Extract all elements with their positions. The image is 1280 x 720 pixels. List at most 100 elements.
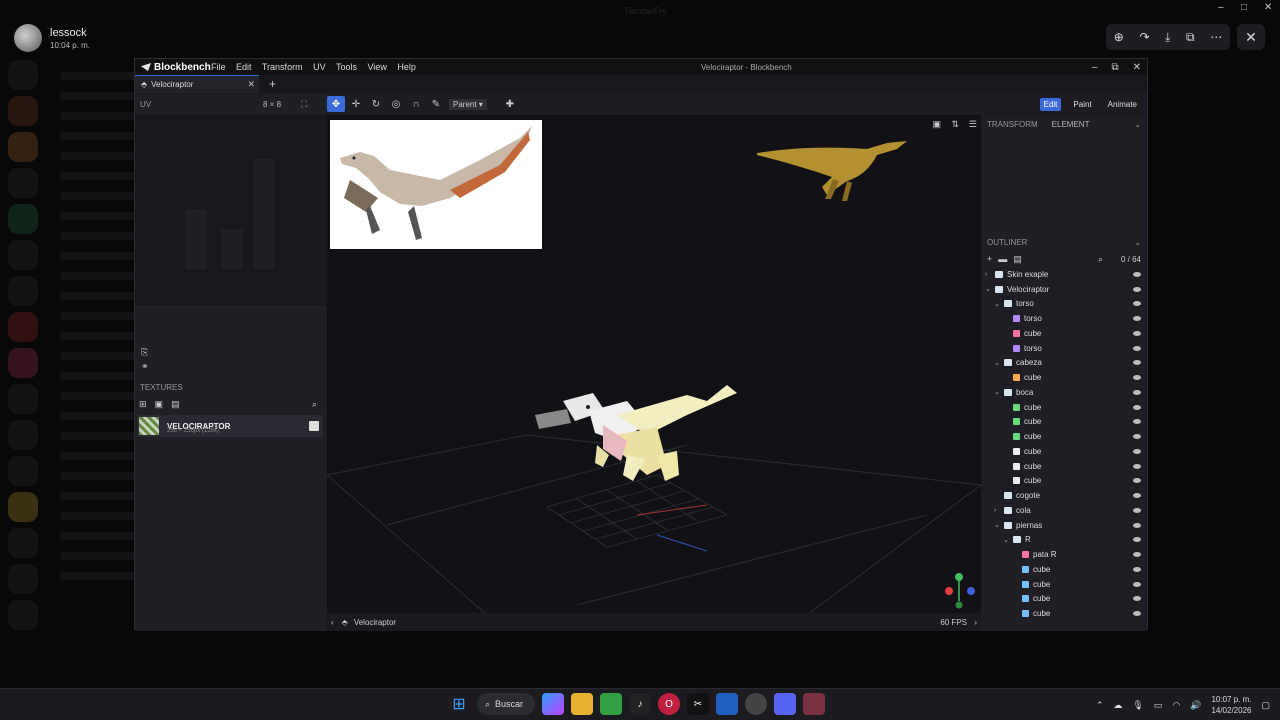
import-texture-icon[interactable]: ⊞ bbox=[139, 399, 147, 410]
move-tool-icon[interactable]: ✥ bbox=[327, 96, 345, 112]
visibility-eye-icon[interactable] bbox=[1133, 566, 1141, 572]
minimize-icon[interactable]: – bbox=[1092, 62, 1098, 73]
menu-file[interactable]: File bbox=[211, 62, 226, 72]
add-group-icon[interactable]: ▬ bbox=[998, 254, 1007, 264]
element-label[interactable]: ELEMENT bbox=[1052, 120, 1090, 129]
vertex-snap-icon[interactable]: ∩ bbox=[407, 96, 425, 112]
gizmo-y[interactable] bbox=[955, 573, 963, 581]
minecraft-icon[interactable] bbox=[600, 693, 622, 715]
outliner-row[interactable]: torso bbox=[981, 341, 1147, 356]
photos-icon[interactable] bbox=[716, 693, 738, 715]
save-texture-icon[interactable]: ▣ bbox=[155, 399, 164, 410]
outliner-row[interactable]: cube bbox=[981, 400, 1147, 415]
outliner-row[interactable]: cube bbox=[981, 562, 1147, 577]
chevron-down-icon[interactable]: ⌄ bbox=[994, 521, 1002, 529]
view-options-icon[interactable]: ⇅ bbox=[951, 119, 959, 130]
close-tab-icon[interactable]: ✕ bbox=[247, 79, 255, 90]
add-icon[interactable]: + bbox=[987, 254, 992, 264]
chevron-down-icon[interactable]: ⌄ bbox=[994, 300, 1002, 308]
outliner-row[interactable]: cube bbox=[981, 459, 1147, 474]
pivot-icon[interactable]: ◎ bbox=[387, 96, 405, 112]
microphone-icon[interactable]: 🎙 bbox=[1132, 700, 1143, 711]
taskbar-search[interactable]: ⌕ Buscar bbox=[477, 693, 535, 715]
chevron-right-icon[interactable]: › bbox=[994, 507, 1002, 514]
more-icon[interactable]: ⋯ bbox=[1210, 30, 1222, 44]
open-external-icon[interactable]: ⧉ bbox=[1186, 30, 1195, 45]
chevron-down-icon[interactable]: ⌄ bbox=[1003, 536, 1011, 544]
chevron-down-icon[interactable]: ⌄ bbox=[994, 388, 1002, 396]
outliner-row[interactable]: torso bbox=[981, 311, 1147, 326]
visibility-eye-icon[interactable] bbox=[1133, 596, 1141, 602]
maximize-icon[interactable]: □ bbox=[1241, 2, 1247, 13]
screenshot-icon[interactable]: ▣ bbox=[932, 119, 941, 130]
mode-edit[interactable]: Edit bbox=[1039, 97, 1062, 111]
visibility-eye-icon[interactable] bbox=[1133, 434, 1141, 440]
outliner-row[interactable]: cube bbox=[981, 326, 1147, 341]
transform-label[interactable]: TRANSFORM bbox=[987, 120, 1038, 129]
visibility-eye-icon[interactable] bbox=[1133, 611, 1141, 617]
opera-icon[interactable]: O bbox=[658, 693, 680, 715]
chevron-up-icon[interactable]: ⌃ bbox=[1096, 700, 1104, 711]
visibility-eye-icon[interactable] bbox=[1133, 463, 1141, 469]
uv-editor[interactable] bbox=[135, 115, 327, 305]
menu-view[interactable]: View bbox=[367, 62, 386, 72]
rotate-icon[interactable]: ↻ bbox=[367, 96, 385, 112]
save-icon[interactable] bbox=[309, 421, 319, 431]
visibility-eye-icon[interactable] bbox=[1133, 581, 1141, 587]
collapse-icon[interactable]: ▤ bbox=[1013, 254, 1022, 265]
fullscreen-icon[interactable]: ⛶ bbox=[301, 99, 307, 110]
brush-icon[interactable]: ✎ bbox=[427, 96, 445, 112]
visibility-eye-icon[interactable] bbox=[1133, 537, 1141, 543]
reference-image[interactable] bbox=[330, 120, 542, 249]
chevron-right-icon[interactable]: › bbox=[985, 271, 993, 278]
menu-transform[interactable]: Transform bbox=[262, 62, 303, 72]
chevron-down-icon[interactable]: ⌄ bbox=[985, 285, 993, 293]
mode-animate[interactable]: Animate bbox=[1104, 98, 1141, 111]
outliner-row[interactable]: pata R bbox=[981, 547, 1147, 562]
texture-item[interactable]: VELOCIRAPTOR 256 × 256px (128x) bbox=[137, 415, 323, 437]
discord-icon[interactable] bbox=[774, 693, 796, 715]
visibility-eye-icon[interactable] bbox=[1133, 360, 1141, 366]
chrome-icon[interactable] bbox=[745, 693, 767, 715]
chevron-down-icon[interactable]: ⌄ bbox=[1134, 120, 1141, 129]
transform-space-dropdown[interactable]: Parent ▾ bbox=[449, 98, 487, 110]
notifications-icon[interactable]: ▢ bbox=[1261, 700, 1270, 711]
copilot-icon[interactable] bbox=[542, 693, 564, 715]
visibility-eye-icon[interactable] bbox=[1133, 316, 1141, 322]
share-icon[interactable]: ↷ bbox=[1139, 30, 1149, 44]
file-explorer-icon[interactable] bbox=[571, 693, 593, 715]
visibility-eye-icon[interactable] bbox=[1133, 345, 1141, 351]
clock[interactable]: 10:07 p. m. 14/02/2026 bbox=[1211, 694, 1251, 716]
outliner-row[interactable]: › cola bbox=[981, 503, 1147, 518]
menu-edit[interactable]: Edit bbox=[236, 62, 252, 72]
chevron-down-icon[interactable]: ⌄ bbox=[1134, 238, 1141, 247]
restore-icon[interactable]: ⧉ bbox=[1111, 62, 1118, 73]
windows-start-icon[interactable]: ⊞ bbox=[448, 693, 470, 715]
gizmo-x[interactable] bbox=[945, 587, 953, 595]
mode-paint[interactable]: Paint bbox=[1069, 98, 1095, 111]
visibility-eye-icon[interactable] bbox=[1133, 330, 1141, 336]
outliner-row[interactable]: › Skin exaple bbox=[981, 267, 1147, 282]
menu-uv[interactable]: UV bbox=[313, 62, 326, 72]
menu-icon[interactable]: ☰ bbox=[969, 119, 977, 130]
outliner-row[interactable]: cube bbox=[981, 429, 1147, 444]
add-icon[interactable]: ✚ bbox=[501, 96, 519, 112]
outliner-row[interactable]: cube bbox=[981, 444, 1147, 459]
visibility-eye-icon[interactable] bbox=[1133, 448, 1141, 454]
minimize-icon[interactable]: – bbox=[1218, 2, 1224, 13]
visibility-eye-icon[interactable] bbox=[1133, 286, 1141, 292]
visibility-eye-icon[interactable] bbox=[1133, 493, 1141, 499]
outliner-row[interactable]: cube bbox=[981, 474, 1147, 489]
visibility-eye-icon[interactable] bbox=[1133, 522, 1141, 528]
chevron-left-icon[interactable]: ‹ bbox=[331, 618, 334, 627]
window-close-icon[interactable]: ✕ bbox=[1264, 2, 1272, 13]
visibility-eye-icon[interactable] bbox=[1133, 389, 1141, 395]
outliner-row[interactable]: cogote bbox=[981, 488, 1147, 503]
outliner-row[interactable]: ⌄ boca bbox=[981, 385, 1147, 400]
outliner-row[interactable]: ⌄ cabeza bbox=[981, 356, 1147, 371]
outliner-row[interactable]: cube bbox=[981, 370, 1147, 385]
visibility-eye-icon[interactable] bbox=[1133, 375, 1141, 381]
visibility-eye-icon[interactable] bbox=[1133, 507, 1141, 513]
outliner-row[interactable]: ⌄ Velociraptor bbox=[981, 282, 1147, 297]
outliner-row[interactable]: cube bbox=[981, 577, 1147, 592]
